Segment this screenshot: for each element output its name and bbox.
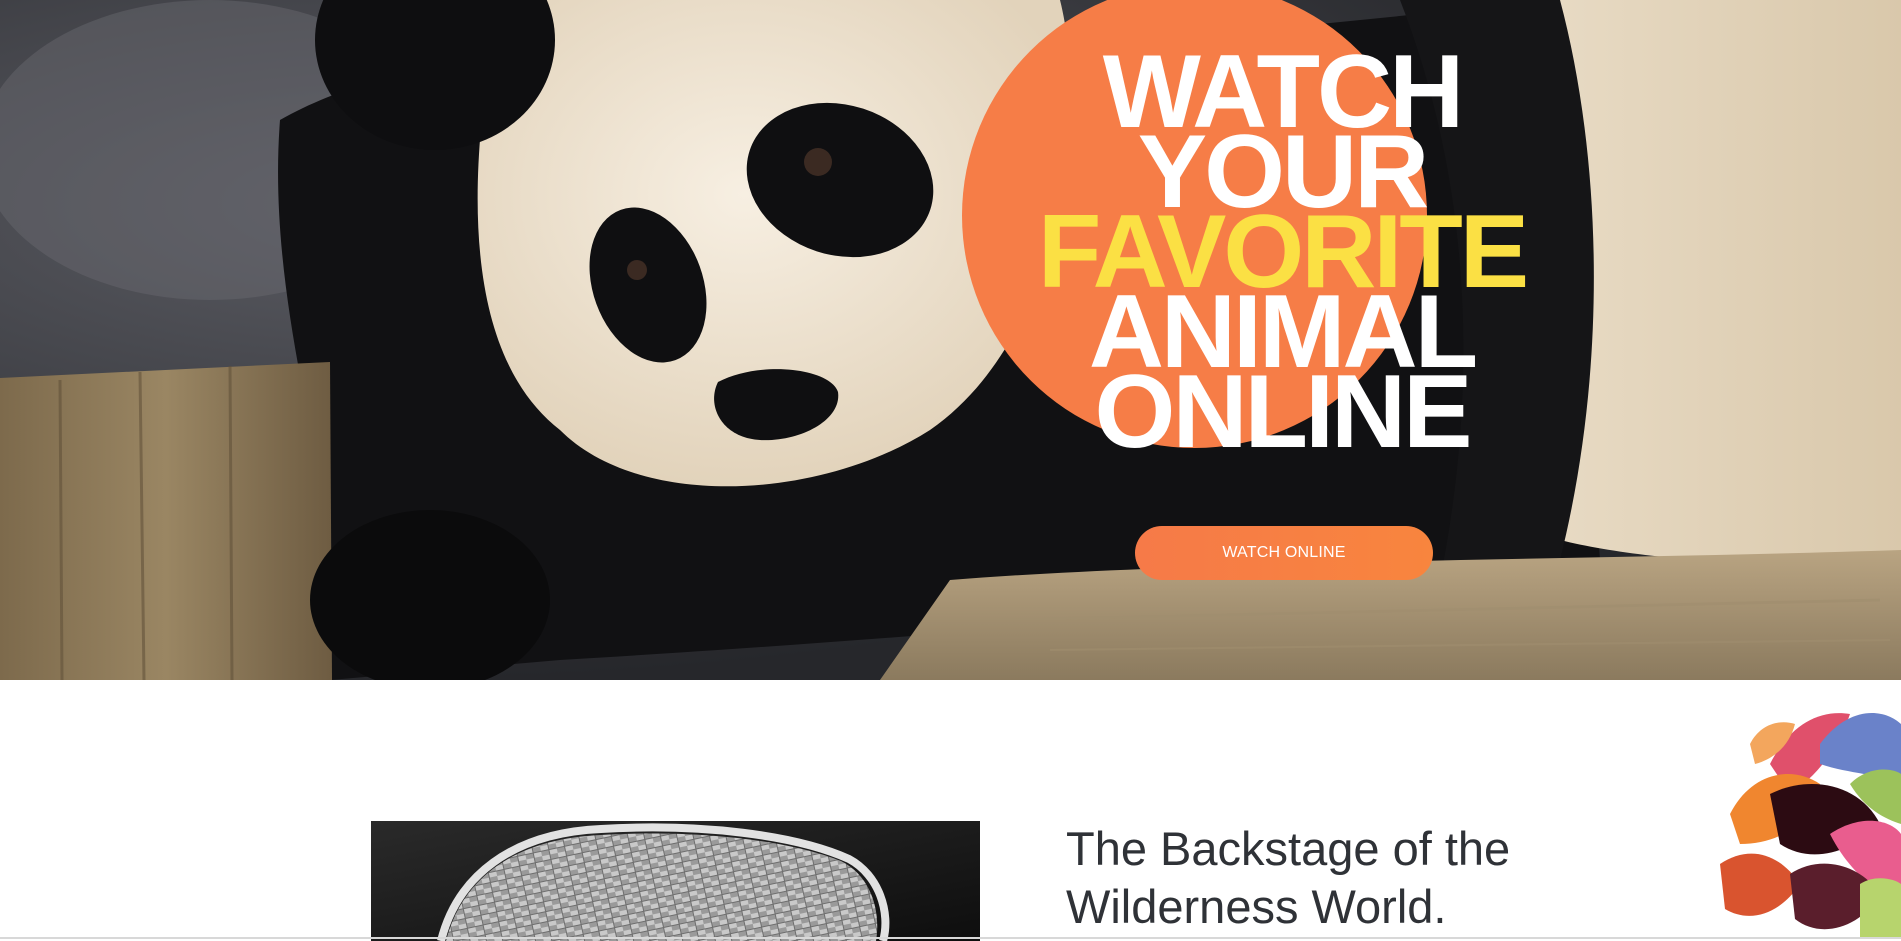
hero-heading: WATCH YOUR FAVORITE ANIMAL ONLINE [1032, 40, 1532, 470]
leaves-decoration-image [1720, 712, 1901, 939]
backstage-title: The Backstage of the Wilderness World. [1066, 822, 1511, 933]
woven-basket-image [371, 821, 980, 941]
watch-online-button[interactable]: WATCH ONLINE [1135, 526, 1433, 580]
panda-hero-image [0, 0, 1901, 680]
backstage-section: The Backstage of the Wilderness World. [0, 680, 1901, 941]
backstage-image [371, 821, 980, 941]
hero-section: WATCH YOUR FAVORITE ANIMAL ONLINE WATCH … [0, 0, 1901, 680]
hero-heading-line: ONLINE [1094, 354, 1473, 470]
